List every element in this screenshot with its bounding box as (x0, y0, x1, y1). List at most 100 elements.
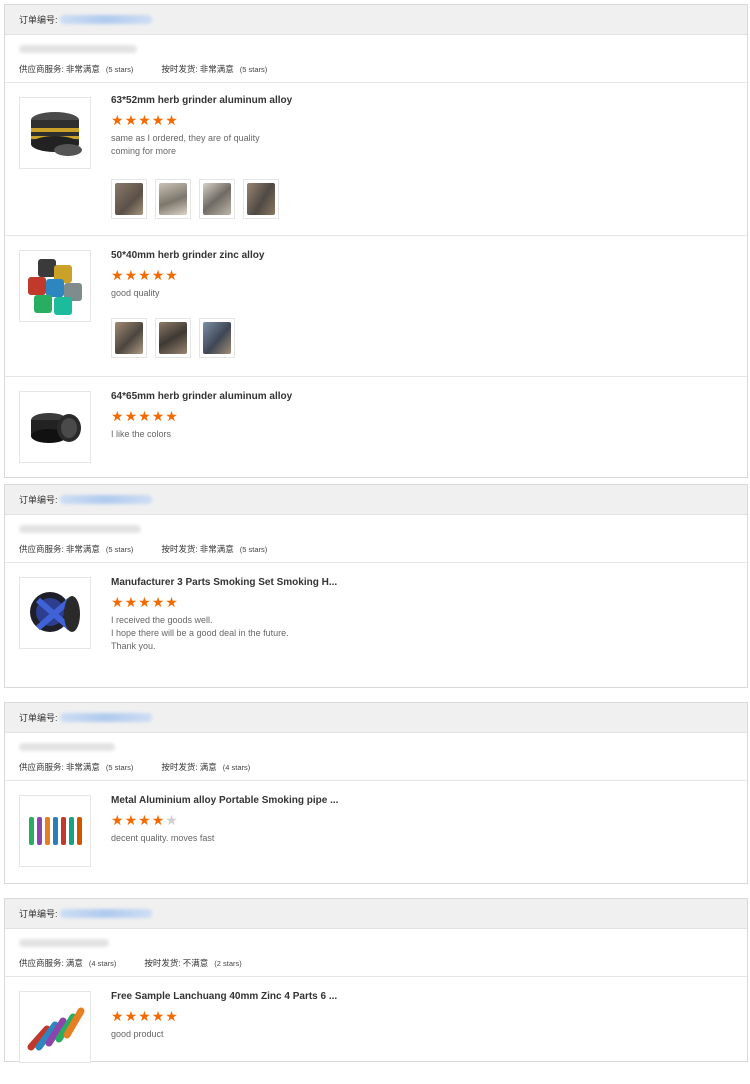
rating-stars: ★ ★ ★ ★ ★ (111, 409, 739, 423)
star-icon: ★ (165, 112, 178, 128)
supplier-service-value: 非常满意 (65, 762, 100, 772)
review-item: Free Sample Lanchuang 40mm Zinc 4 Parts … (5, 977, 747, 1063)
product-thumbnail[interactable] (19, 577, 91, 649)
rating-stars: ★ ★ ★ ★ ★ (111, 268, 739, 282)
shipping-value: 满意 (199, 762, 217, 772)
star-icon: ★ (138, 112, 151, 128)
shipping-stars: (5 stars) (239, 544, 268, 554)
order-number-redacted (59, 909, 152, 918)
supplier-service-stars: (5 stars) (105, 64, 134, 74)
product-thumbnail[interactable] (19, 795, 91, 867)
star-icon: ★ (151, 594, 165, 610)
star-icon: ★ (111, 812, 124, 828)
store-meta: 供应商服务: 非常满意 (5 stars) 按时发货: 非常满意 (5 star… (5, 515, 747, 563)
shipping-label: 按时发货: (161, 64, 198, 74)
supplier-service-rating: 供应商服务: 非常满意 (5 stars) (19, 63, 133, 75)
shipping-stars: (4 stars) (222, 762, 251, 772)
product-thumbnail[interactable] (19, 97, 91, 169)
supplier-service-value: 满意 (65, 958, 83, 968)
shipping-rating: 按时发货: 非常满意 (5 stars) (161, 543, 267, 555)
review-photo[interactable] (111, 179, 147, 219)
review-item: 63*52mm herb grinder aluminum alloy ★ ★ ★ ★… (5, 83, 747, 236)
star-icon: ★ (124, 812, 138, 828)
review-item: Metal Aluminium alloy Portable Smoking p… (5, 781, 747, 883)
store-meta: 供应商服务: 非常满意 (5 stars) 按时发货: 非常满意 (5 star… (5, 35, 747, 83)
review-line: good product (111, 1029, 164, 1039)
review-photo[interactable] (155, 179, 191, 219)
product-title[interactable]: 64*65mm herb grinder aluminum alloy (111, 391, 739, 402)
review-item: 50*40mm herb grinder zinc alloy ★ ★ ★ ★ ★ go… (5, 236, 747, 377)
star-icon: ★ (165, 1008, 178, 1024)
order-header: 订单编号: (5, 899, 747, 929)
review-text: decent quality. moves fast (111, 832, 739, 845)
review-photo[interactable] (199, 318, 235, 358)
shipping-label: 按时发货: (161, 544, 198, 554)
shipping-rating: 按时发货: 满意 (4 stars) (161, 761, 250, 773)
store-name-redacted (19, 743, 115, 751)
supplier-service-rating: 供应商服务: 满意 (4 stars) (19, 957, 116, 969)
star-icon: ★ (151, 812, 165, 828)
product-thumbnail[interactable] (19, 250, 91, 322)
review-text: good product (111, 1028, 739, 1041)
product-title[interactable]: Metal Aluminium alloy Portable Smoking p… (111, 795, 739, 806)
review-line: coming for more (111, 146, 177, 156)
supplier-service-value: 非常满意 (65, 544, 100, 554)
review-line: I received the goods well. (111, 615, 213, 625)
star-icon: ★ (138, 267, 151, 283)
rating-stars: ★ ★ ★ ★ ★ (111, 813, 739, 827)
store-meta: 供应商服务: 满意 (4 stars) 按时发货: 不满意 (2 stars) (5, 929, 747, 977)
shipping-rating: 按时发货: 不满意 (2 stars) (144, 957, 241, 969)
review-text: I received the goods well. I hope there … (111, 614, 739, 653)
rating-stars: ★ ★ ★ ★ ★ (111, 113, 739, 127)
supplier-service-label: 供应商服务: (19, 958, 64, 968)
product-title[interactable]: 63*52mm herb grinder aluminum alloy (111, 95, 739, 106)
product-title[interactable]: Manufacturer 3 Parts Smoking Set Smoking… (111, 577, 739, 588)
shipping-value: 不满意 (182, 958, 209, 968)
star-icon: ★ (111, 408, 124, 424)
review-text: I like the colors (111, 428, 739, 441)
shipping-label: 按时发货: (161, 762, 198, 772)
star-icon: ★ (151, 1008, 165, 1024)
product-title[interactable]: 50*40mm herb grinder zinc alloy (111, 250, 739, 261)
review-photo[interactable] (199, 179, 235, 219)
shipping-value: 非常满意 (199, 544, 234, 554)
star-icon: ★ (124, 594, 138, 610)
review-item: Manufacturer 3 Parts Smoking Set Smoking… (5, 563, 747, 687)
review-photo[interactable] (155, 318, 191, 358)
review-item: 64*65mm herb grinder aluminum alloy ★ ★ ★ ★… (5, 377, 747, 477)
rating-stars: ★ ★ ★ ★ ★ (111, 1009, 739, 1023)
order-header: 订单编号: (5, 703, 747, 733)
review-line: good quality (111, 288, 160, 298)
order-number-redacted (59, 495, 152, 504)
store-ratings: 供应商服务: 非常满意 (5 stars) 按时发货: 满意 (4 stars) (19, 761, 733, 773)
star-icon: ★ (124, 112, 138, 128)
supplier-service-rating: 供应商服务: 非常满意 (5 stars) (19, 761, 133, 773)
product-thumbnail[interactable] (19, 391, 91, 463)
product-title[interactable]: Free Sample Lanchuang 40mm Zinc 4 Parts … (111, 991, 739, 1002)
review-photos (111, 318, 739, 358)
review-photo[interactable] (243, 179, 279, 219)
star-icon: ★ (124, 408, 138, 424)
order-number-redacted (59, 713, 152, 722)
review-photo[interactable] (111, 318, 147, 358)
supplier-service-label: 供应商服务: (19, 544, 64, 554)
star-icon: ★ (165, 408, 178, 424)
store-ratings: 供应商服务: 非常满意 (5 stars) 按时发货: 非常满意 (5 star… (19, 63, 733, 75)
store-name-redacted (19, 45, 137, 53)
store-meta: 供应商服务: 非常满意 (5 stars) 按时发货: 满意 (4 stars) (5, 733, 747, 781)
store-name-redacted (19, 525, 141, 533)
star-icon: ★ (151, 408, 165, 424)
product-thumbnail[interactable] (19, 991, 91, 1063)
supplier-service-rating: 供应商服务: 非常满意 (5 stars) (19, 543, 133, 555)
star-icon: ★ (151, 267, 165, 283)
store-ratings: 供应商服务: 满意 (4 stars) 按时发货: 不满意 (2 stars) (19, 957, 733, 969)
review-photos (111, 179, 739, 219)
order-card: 订单编号: 供应商服务: 非常满意 (5 stars) 按时发货: 满意 (4 … (4, 702, 748, 884)
star-icon: ★ (111, 594, 124, 610)
supplier-service-stars: (4 stars) (88, 958, 117, 968)
order-card: 订单编号: 供应商服务: 满意 (4 stars) 按时发货: 不满意 (2 s… (4, 898, 748, 1063)
order-number-label: 订单编号: (19, 495, 58, 505)
order-card: 订单编号: 供应商服务: 非常满意 (5 stars) 按时发货: 非常满意 (… (4, 484, 748, 688)
star-icon: ★ (124, 267, 138, 283)
star-icon: ★ (165, 267, 178, 283)
